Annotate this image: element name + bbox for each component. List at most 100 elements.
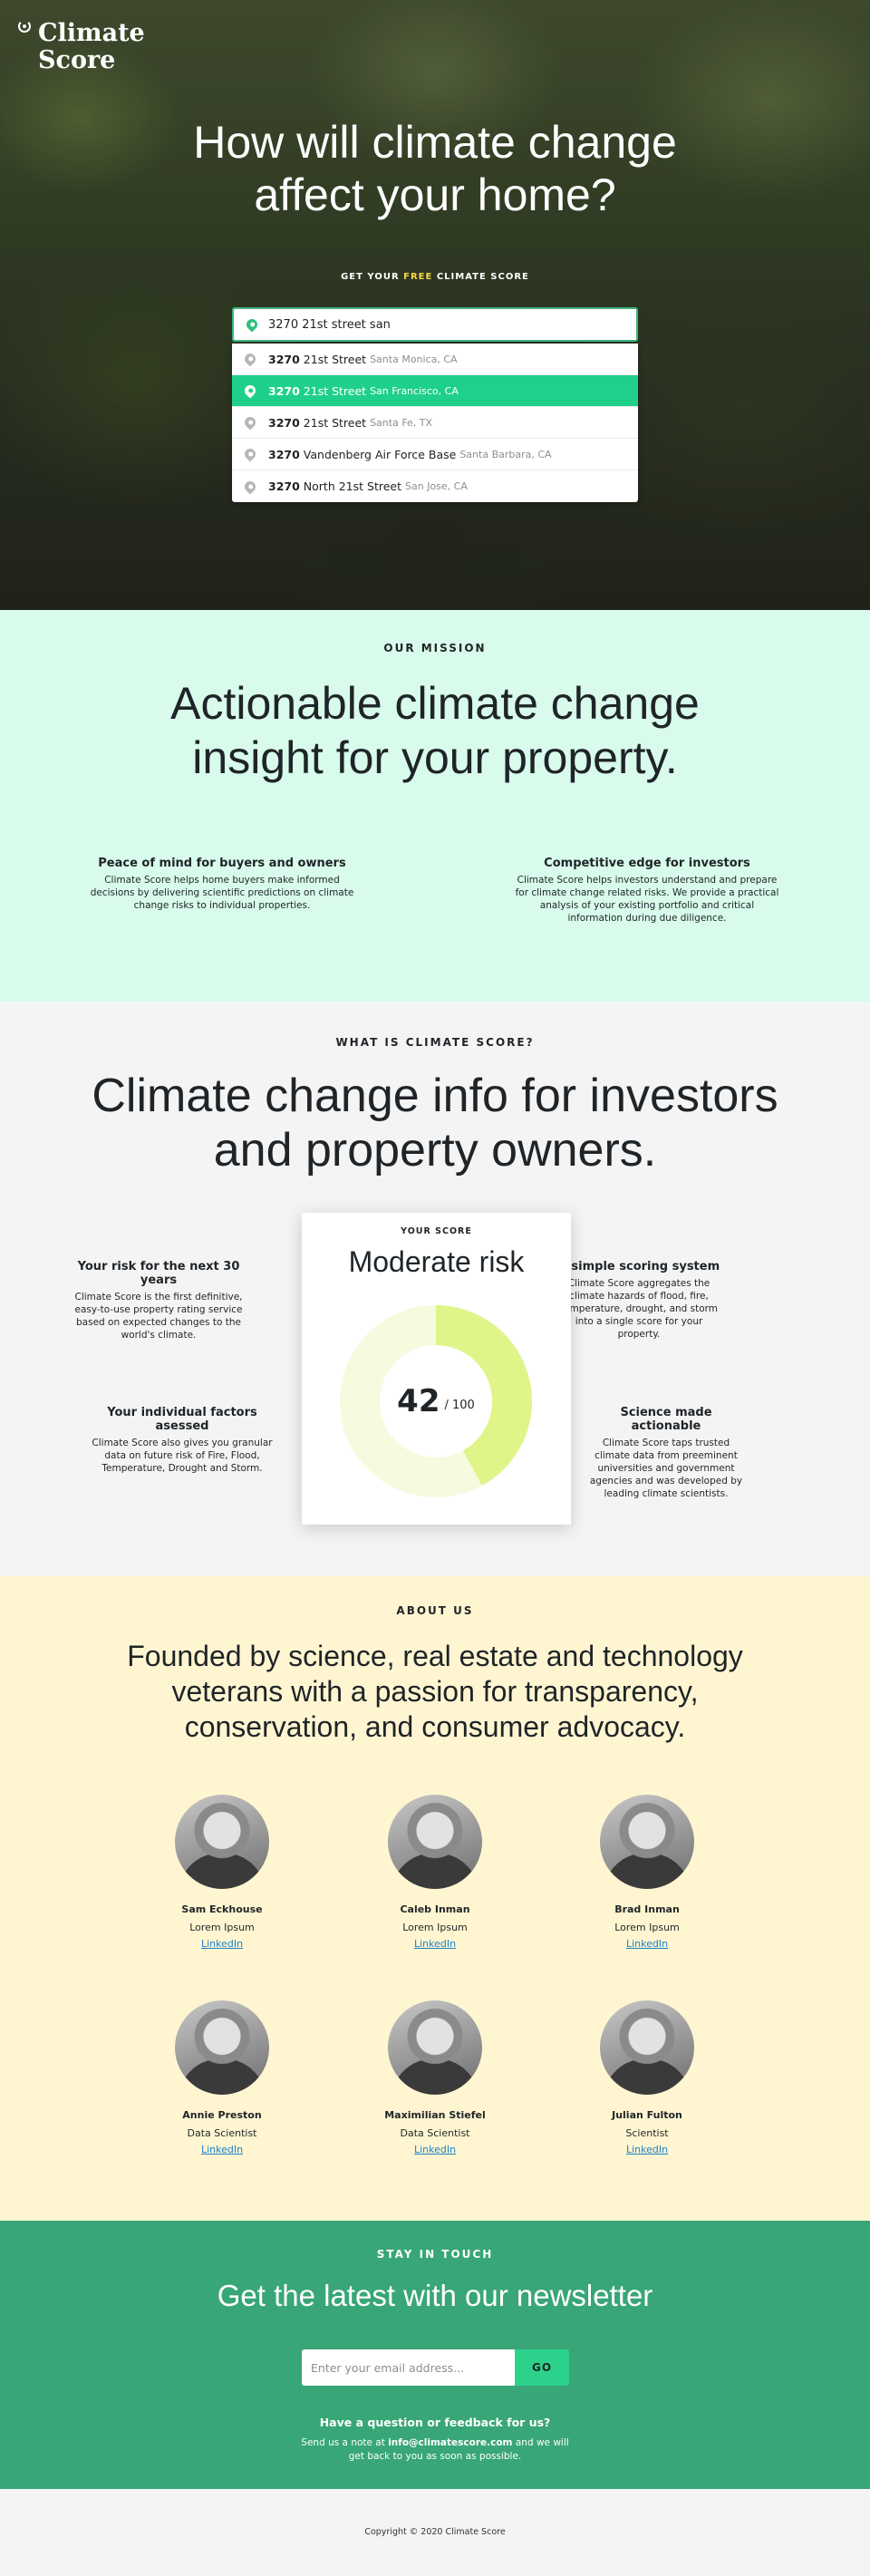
linkedin-link[interactable]: LinkedIn [362,2144,508,2155]
member-name: Sam Eckhouse [181,1903,263,1915]
mission-title: Actionable climate change insight for yo… [0,676,870,785]
suggestion-street: 21st Street [303,352,367,366]
about-eyebrow: ABOUT US [396,1604,474,1617]
mission-title-line-2: insight for your property. [192,732,678,783]
member-name: Annie Preston [182,2109,262,2121]
feature-title: A simple scoring system [557,1260,720,1273]
feedback-question: Have a question or feedback for us? [319,2416,551,2429]
suggestion-location: San Jose, CA [405,480,468,492]
hero-title: How will climate change affect your home… [0,116,870,221]
address-suggestion[interactable]: 3270 21st Street Santa Monica, CA [232,344,638,375]
avatar [388,2000,482,2095]
avatar [175,1795,269,1889]
team-member: Brad Inman Lorem Ipsum LinkedIn [575,1795,720,1950]
feature-title: Your risk for the next 30 years [77,1260,240,1287]
whatis-feature-risk: Your risk for the next 30 years Climate … [68,1260,249,1341]
address-suggestions: 3270 21st Street Santa Monica, CA 3270 21st … [232,344,638,502]
logo-line-1: Climate [38,19,145,47]
mission-eyebrow: OUR MISSION [383,642,487,654]
linkedin-link[interactable]: LinkedIn [150,1938,295,1950]
suggestion-street: 21st Street [303,415,367,430]
whatis-feature-factors: Your individual factors asessed Climate … [84,1406,280,1475]
suggestion-number: 3270 [268,479,300,493]
what-is-title-line-1: Climate change info for investors [92,1070,778,1122]
linkedin-link[interactable]: LinkedIn [575,2144,720,2155]
avatar [600,1795,694,1889]
suggestion-number: 3270 [268,383,300,398]
hero-section: Climate Score How will climate change af… [0,0,870,610]
about-title-line-2: veterans with a passion for transparency… [171,1675,699,1708]
logo-line-2: Score [38,46,116,74]
suggestion-location: Santa Barbara, CA [459,448,552,460]
cta-prefix: GET YOUR [341,272,400,282]
logo[interactable]: Climate Score [18,19,145,74]
about-section: ABOUT US Founded by science, real estate… [0,1576,870,2221]
suggestion-location: Santa Monica, CA [370,353,458,365]
newsletter-form: GO [302,2349,569,2386]
avatar [600,2000,694,2095]
location-pin-icon [242,479,258,494]
what-is-title: Climate change info for investors and pr… [0,1069,870,1177]
avatar [388,1795,482,1889]
avatar [175,2000,269,2095]
team-member: Julian Fulton Scientist LinkedIn [575,2000,720,2155]
newsletter-section: STAY IN TOUCH Get the latest with our ne… [0,2221,870,2489]
address-suggestion[interactable]: 3270 21st Street Santa Fe, TX [232,407,638,439]
linkedin-link[interactable]: LinkedIn [362,1938,508,1950]
what-is-section: WHAT IS CLIMATE SCORE? Climate change in… [0,1002,870,1576]
team-member: Maximilian Stiefel Data Scientist Linked… [362,2000,508,2155]
team-member: Annie Preston Data Scientist LinkedIn [150,2000,295,2155]
what-is-eyebrow: WHAT IS CLIMATE SCORE? [335,1036,535,1049]
whatis-feature-scoring: A simple scoring system Climate Score ag… [553,1260,725,1341]
address-suggestion[interactable]: 3270 North 21st Street San Jose, CA [232,470,638,502]
about-title-line-3: conservation, and consumer advocacy. [184,1710,686,1743]
copyright: Copyright © 2020 Climate Score [364,2527,506,2537]
feature-title: Science made actionable [620,1406,712,1433]
feature-text: Climate Score also gives you granular da… [92,1438,273,1474]
feature-text: Climate Score is the first definitive, e… [74,1292,243,1341]
feature-text: Climate Score aggregates the climate haz… [559,1278,719,1340]
member-role: Scientist [625,2127,669,2139]
suggestion-number: 3270 [268,415,300,430]
feature-title: Peace of mind for buyers and owners [98,857,346,870]
address-search-input[interactable] [268,311,613,338]
cta-free: FREE [403,272,433,282]
member-role: Data Scientist [400,2127,470,2139]
hero-title-line-2: affect your home? [254,169,616,220]
mission-section: OUR MISSION Actionable climate change in… [0,610,870,1002]
cta-suffix: CLIMATE SCORE [436,272,529,282]
mission-feature-buyers: Peace of mind for buyers and owners Clim… [88,857,356,912]
score-level: Moderate risk [348,1245,525,1278]
address-suggestion[interactable]: 3270 Vandenberg Air Force Base Santa Barba… [232,439,638,470]
hero-title-line-1: How will climate change [193,117,677,168]
newsletter-title: Get the latest with our newsletter [217,2279,653,2312]
team-member: Sam Eckhouse Lorem Ipsum LinkedIn [150,1795,295,1950]
suggestion-street: 21st Street [303,383,367,398]
about-title: Founded by science, real estate and tech… [0,1639,870,1745]
feature-text: Climate Score helps investors understand… [515,875,779,924]
email-field[interactable] [302,2349,515,2386]
address-suggestion[interactable]: 3270 21st Street San Francisco, CA [232,375,638,407]
address-search[interactable] [232,307,638,342]
suggestion-location: Santa Fe, TX [370,416,433,429]
score-donut: 42 / 100 [340,1305,532,1497]
hero-cta: GET YOUR FREE CLIMATE SCORE [0,272,870,282]
suggestion-location: San Francisco, CA [370,384,459,397]
linkedin-link[interactable]: LinkedIn [150,2144,295,2155]
linkedin-link[interactable]: LinkedIn [575,1938,720,1950]
location-pin-icon [244,316,260,333]
member-name: Julian Fulton [612,2109,682,2121]
contact-email-link[interactable]: info@climatescore.com [388,2437,512,2448]
member-role: Data Scientist [187,2127,257,2139]
location-pin-icon [242,383,258,399]
footer: Copyright © 2020 Climate Score [0,2489,870,2576]
member-name: Brad Inman [614,1903,680,1915]
contact-note: Send us a note at info@climatescore.com … [299,2436,571,2464]
member-role: Lorem Ipsum [189,1922,255,1933]
member-name: Caleb Inman [400,1903,470,1915]
feature-title: Competitive edge for investors [544,857,750,870]
team-member: Caleb Inman Lorem Ipsum LinkedIn [362,1795,508,1950]
go-button[interactable]: GO [515,2349,569,2386]
suggestion-number: 3270 [268,447,300,461]
suggestion-number: 3270 [268,352,300,366]
